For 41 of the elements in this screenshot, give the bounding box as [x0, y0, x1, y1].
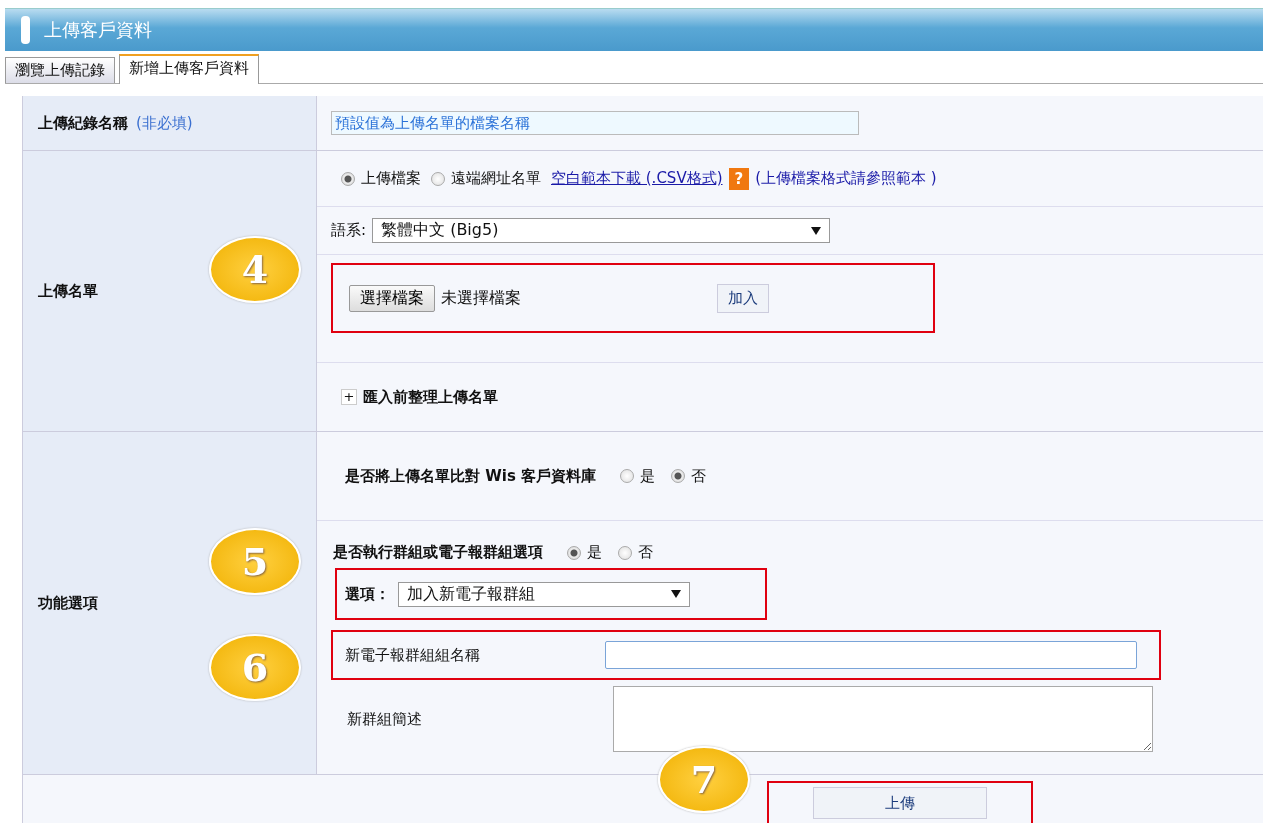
language-label: 語系:	[331, 221, 367, 240]
file-status: 未選擇檔案	[441, 287, 521, 309]
radio-label[interactable]: 否	[638, 543, 653, 562]
caret-icon	[811, 226, 822, 235]
field-label: 上傳名單	[38, 281, 98, 301]
description-label: 新群組簡述	[347, 709, 423, 729]
option-label: 選項：	[345, 584, 390, 604]
option-dropdown[interactable]: 加入新電子報群組	[398, 581, 690, 607]
page-title: 上傳客戶資料	[44, 18, 152, 42]
tab[interactable]: 新增上傳客戶資料	[119, 54, 259, 84]
expander-label[interactable]: 匯入前整理上傳名單	[363, 387, 498, 407]
question-text: 是否執行群組或電子報群組選項	[333, 543, 543, 562]
choose-file-button[interactable]: 選擇檔案	[349, 284, 435, 312]
upload-button[interactable]: 上傳	[813, 787, 987, 819]
radio-button[interactable]	[671, 469, 686, 483]
radio-label[interactable]: 是	[587, 543, 602, 562]
radio-label[interactable]: 是	[640, 466, 656, 486]
radio-button[interactable]	[618, 545, 632, 560]
field-label: 上傳紀錄名稱	[38, 113, 128, 133]
radio-button[interactable]	[620, 469, 635, 483]
question-text: 是否將上傳名單比對 Wis 客戶資料庫	[345, 466, 597, 486]
tab[interactable]: 瀏覽上傳記錄	[5, 57, 115, 83]
group-name-field[interactable]	[605, 641, 1137, 669]
template-note: (上傳檔案格式請參照範本 )	[755, 169, 937, 188]
expand-icon[interactable]: +	[341, 389, 357, 405]
radio-button[interactable]	[431, 171, 445, 186]
record-name-field[interactable]: 預設值為上傳名單的檔案名稱	[331, 111, 859, 135]
radio-button[interactable]	[567, 545, 581, 560]
radio-label[interactable]: 遠端網址名單	[451, 169, 541, 188]
template-link[interactable]: 空白範本下載 (.CSV格式)	[551, 169, 723, 188]
add-button[interactable]: 加入	[717, 283, 769, 313]
optional-note: (非必填)	[136, 113, 193, 133]
radio-label[interactable]: 否	[691, 466, 707, 486]
radio-label[interactable]: 上傳檔案	[361, 169, 421, 188]
description-field[interactable]	[613, 686, 1153, 752]
language-dropdown[interactable]: 繁體中文 (Big5)	[372, 218, 831, 243]
field-label: 功能選項	[38, 593, 98, 613]
group-name-label: 新電子報群組組名稱	[345, 645, 481, 665]
header-marker-icon	[21, 16, 30, 44]
caret-icon	[671, 590, 681, 598]
radio-button[interactable]	[341, 171, 355, 186]
